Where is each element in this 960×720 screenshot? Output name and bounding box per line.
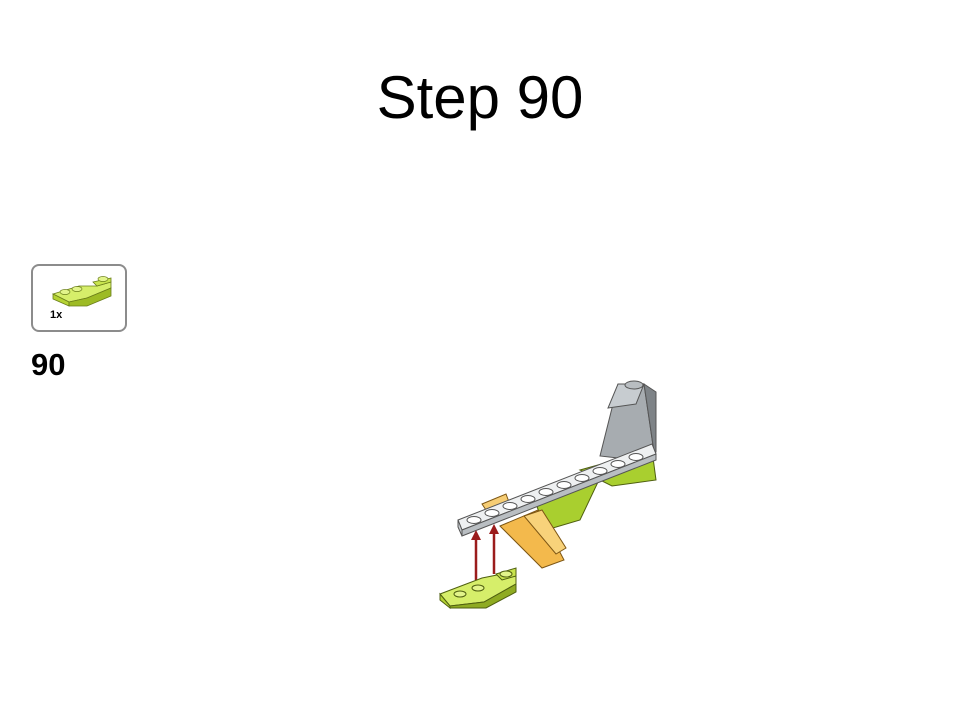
page-title: Step 90 [376,64,584,131]
lime-inverted-slope-brick-icon [51,276,112,307]
step-number: 90 [31,347,66,382]
part-quantity: 1x [50,309,63,321]
parts-callout: 1x [31,264,127,332]
lego-model-assembly-icon [439,380,657,610]
